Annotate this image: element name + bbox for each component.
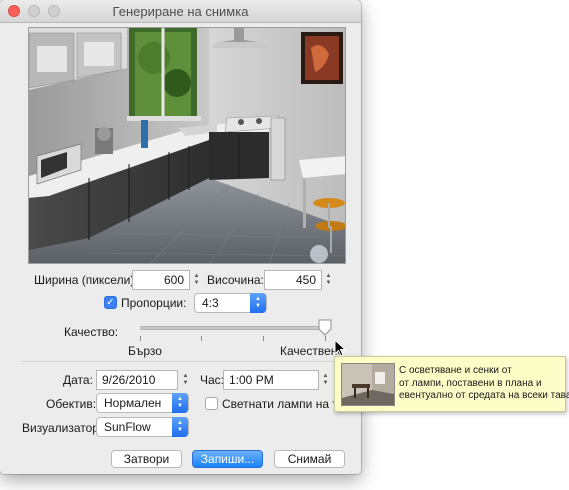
lens-value: Нормален bbox=[104, 396, 162, 410]
lens-label: Обектив: bbox=[46, 397, 97, 411]
quality-max-label: Качествено bbox=[280, 344, 341, 358]
width-field[interactable]: 600 bbox=[132, 270, 190, 290]
renderer-label: Визуализатор: bbox=[22, 421, 103, 435]
tooltip-line: евентуално от средата на всеки таван bbox=[399, 390, 569, 401]
quality-slider-track[interactable] bbox=[140, 326, 328, 330]
height-stepper-icon[interactable]: ▲ ▼ bbox=[324, 271, 333, 289]
date-label: Дата: bbox=[63, 373, 93, 387]
close-button[interactable]: Затвори bbox=[111, 450, 182, 468]
render-button[interactable]: Снимай bbox=[274, 450, 345, 468]
date-field[interactable]: 9/26/2010 bbox=[96, 370, 178, 390]
width-stepper-icon[interactable]: ▲ ▼ bbox=[192, 271, 201, 289]
slider-tick bbox=[140, 336, 141, 341]
popup-arrows-icon: ▲ ▼ bbox=[172, 393, 188, 413]
height-field[interactable]: 450 bbox=[264, 270, 322, 290]
time-label: Час: bbox=[200, 373, 225, 387]
slider-tick bbox=[325, 336, 326, 341]
slider-tick bbox=[201, 336, 202, 341]
quality-tooltip: С осветяване и сенки от от лампи, постав… bbox=[334, 356, 569, 412]
window-title: Генериране на снимка bbox=[112, 4, 249, 19]
renderer-value: SunFlow bbox=[104, 420, 151, 434]
ratio-value: 4:3 bbox=[202, 296, 219, 310]
checkmark-icon: ✓ bbox=[106, 297, 115, 308]
proportions-label: Пропорции: bbox=[121, 296, 187, 310]
time-field[interactable]: 1:00 PM bbox=[223, 370, 319, 390]
renderer-popup[interactable]: SunFlow ▲ ▼ bbox=[96, 417, 189, 437]
render-preview-image bbox=[28, 27, 346, 264]
save-button[interactable]: Запиши... bbox=[192, 450, 263, 468]
lens-popup[interactable]: Нормален ▲ ▼ bbox=[96, 393, 189, 413]
popup-arrows-icon: ▲ ▼ bbox=[172, 417, 188, 437]
tooltip-text: С осветяване и сенки от от лампи, постав… bbox=[399, 365, 569, 403]
quality-min-label: Бързо bbox=[128, 344, 162, 358]
quality-slider-knob[interactable] bbox=[318, 319, 332, 336]
mouse-pointer-icon bbox=[334, 339, 346, 357]
ceiling-lights-label: Светнати лампи на тавана bbox=[222, 397, 340, 411]
separator bbox=[21, 361, 343, 362]
proportions-checkbox[interactable]: ✓ bbox=[104, 296, 117, 309]
width-label: Ширина (пиксели): bbox=[34, 273, 138, 287]
photo-creation-dialog: Генериране на снимка Ширина (пиксели): 6… bbox=[0, 0, 361, 474]
tooltip-line: С осветяване и сенки от bbox=[399, 365, 512, 376]
height-label: Височина: bbox=[207, 273, 264, 287]
date-stepper-icon[interactable]: ▲ ▼ bbox=[181, 371, 190, 389]
ratio-popup[interactable]: 4:3 ▲ ▼ bbox=[194, 293, 267, 313]
slider-tick bbox=[263, 336, 264, 341]
tooltip-line: от лампи, поставени в плана и bbox=[399, 377, 542, 389]
popup-arrows-icon: ▲ ▼ bbox=[250, 293, 266, 313]
tooltip-thumbnail bbox=[341, 363, 395, 406]
quality-label: Качество: bbox=[64, 325, 119, 339]
ceiling-lights-checkbox[interactable] bbox=[205, 397, 218, 410]
title-bar: Генериране на снимка bbox=[0, 0, 361, 23]
time-stepper-icon[interactable]: ▲ ▼ bbox=[321, 371, 330, 389]
